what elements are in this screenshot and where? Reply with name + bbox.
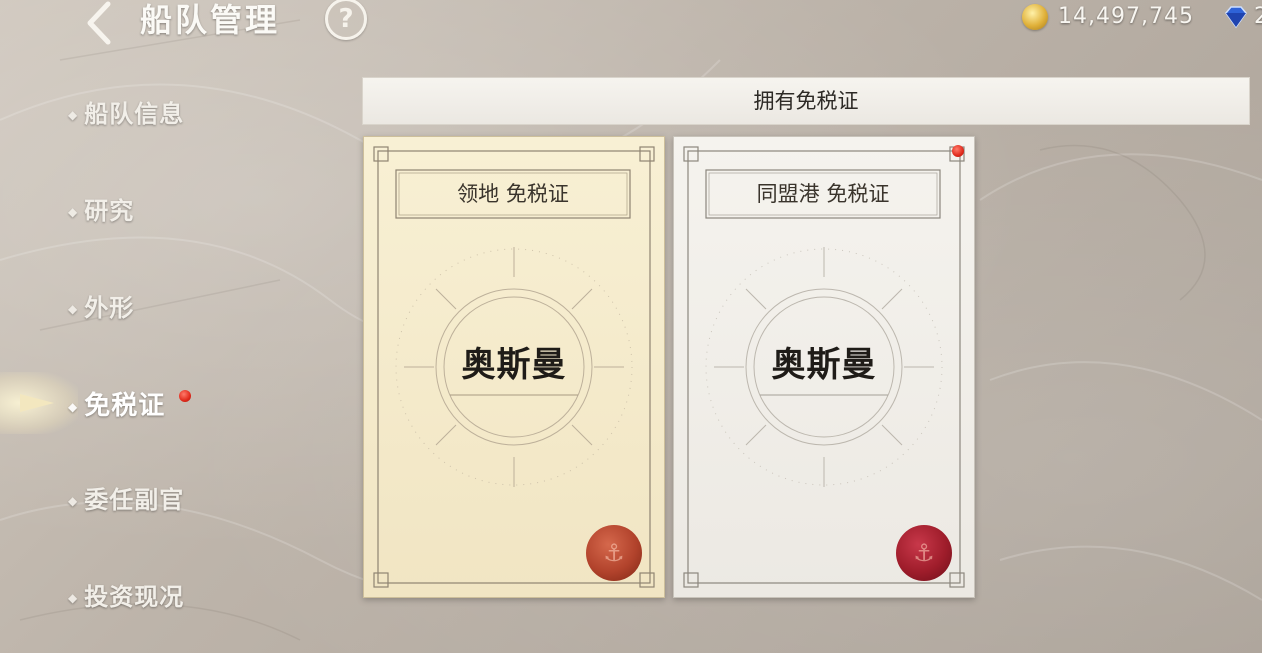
- sidebar-item-fleet-info[interactable]: ◆ 船队信息: [68, 96, 184, 132]
- sidebar-item-label: 研究: [84, 197, 135, 225]
- sidebar-item-label: 免税证: [84, 391, 166, 421]
- card-title: 领地 免税证: [457, 182, 569, 206]
- question-circle-icon[interactable]: ?: [325, 0, 367, 40]
- sidebar-item-label: 委任副官: [84, 486, 185, 514]
- blue-gem-icon: [1225, 6, 1247, 29]
- sidebar-item-tax-exemption[interactable]: ◆ 免税证: [68, 388, 165, 424]
- sidebar-item-research[interactable]: ◆ 研究: [68, 193, 134, 229]
- anchor-icon: ⚓: [603, 539, 625, 567]
- gem-amount: 2: [1254, 4, 1262, 29]
- card-nation-name: 奥斯曼: [771, 345, 877, 385]
- tax-exemption-card-allied-port[interactable]: 同盟港 免税证 奥斯曼 ⚓: [673, 136, 975, 598]
- tax-exemption-card-territory[interactable]: 领地 免税证 奥斯曼 ⚓: [363, 136, 665, 598]
- wax-seal-icon: ⚓: [896, 525, 952, 581]
- diamond-bullet-icon: ◆: [68, 108, 79, 122]
- section-header: 拥有免税证: [362, 77, 1250, 125]
- sidebar-item-label: 外形: [84, 294, 135, 322]
- anchor-icon: ⚓: [913, 539, 935, 567]
- card-title: 同盟港 免税证: [756, 182, 890, 206]
- diamond-bullet-icon: ◆: [68, 399, 79, 414]
- gold-amount: 14,497,745: [1058, 4, 1194, 29]
- sidebar-item-label: 船队信息: [84, 100, 185, 128]
- sidebar-item-investment-status[interactable]: ◆ 投资现况: [68, 579, 184, 615]
- diamond-bullet-icon: ◆: [68, 302, 79, 316]
- diamond-bullet-icon: ◆: [68, 205, 79, 219]
- diamond-bullet-icon: ◆: [68, 591, 79, 605]
- gold-coin-icon: [1022, 4, 1048, 30]
- fleet-management-screen: 船队管理 ? 14,497,745 2 ◆ 船队信息 ◆ 研究 ◆ 外形 ◆ 免税证 ◆…: [0, 0, 1262, 653]
- sidebar: ◆ 船队信息 ◆ 研究 ◆ 外形 ◆ 免税证 ◆ 委任副官 ◆ 投资现况: [0, 0, 300, 653]
- sidebar-item-appearance[interactable]: ◆ 外形: [68, 290, 134, 326]
- sidebar-item-appoint-officer[interactable]: ◆ 委任副官: [68, 482, 184, 518]
- wax-seal-icon: ⚓: [586, 525, 642, 581]
- diamond-bullet-icon: ◆: [68, 494, 79, 508]
- notification-dot: [179, 390, 191, 402]
- active-arrow-icon: [20, 394, 54, 412]
- card-nation-name: 奥斯曼: [461, 345, 567, 385]
- notification-dot: [952, 145, 964, 157]
- sidebar-item-label: 投资现况: [84, 583, 185, 611]
